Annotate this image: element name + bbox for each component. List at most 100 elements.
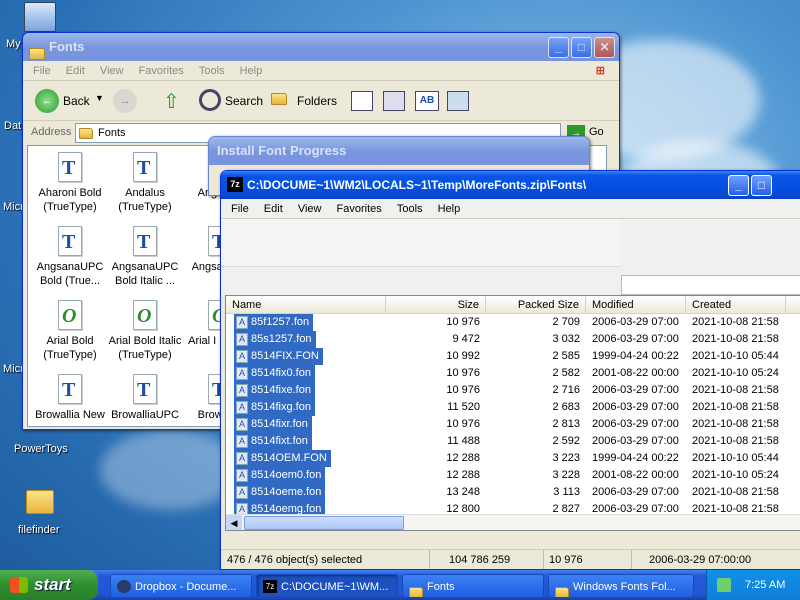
taskbar-dropbox[interactable]: Dropbox - Docume...	[110, 574, 252, 598]
menu-edit[interactable]: Edit	[60, 65, 91, 77]
large-icons-view-icon[interactable]	[351, 91, 373, 111]
file-name-cell[interactable]: A 8514fixg.fon	[234, 399, 315, 416]
search-icon[interactable]	[199, 89, 221, 111]
taskbar-fonts[interactable]: Fonts	[402, 574, 544, 598]
font-file-icon[interactable]: T	[133, 374, 157, 404]
menu-favorites[interactable]: Favorites	[133, 65, 190, 77]
menu-file[interactable]: File	[225, 203, 255, 215]
menu-help[interactable]: Help	[432, 203, 467, 215]
font-file-icon[interactable]: O	[58, 300, 82, 330]
column-size[interactable]: Size	[386, 296, 486, 314]
table-row[interactable]: A 8514fixr.fon 10 976 2 813 2006-03-29 07:00…	[226, 416, 800, 433]
file-name-cell[interactable]: A 8514fixe.fon	[234, 382, 315, 399]
menu-file[interactable]: File	[27, 65, 57, 77]
back-button[interactable]: Back	[63, 94, 90, 108]
taskbar-windows-fonts[interactable]: Windows Fonts Fol...	[548, 574, 694, 598]
menu-help[interactable]: Help	[234, 65, 269, 77]
minimize-button[interactable]: _	[728, 175, 749, 196]
tray-app-icon[interactable]	[717, 578, 731, 592]
desktop-icon-label[interactable]: Dat	[4, 120, 21, 132]
table-row[interactable]: A 85s1257.fon 9 472 3 032 2006-03-29 07:00 20…	[226, 331, 800, 348]
file-name-cell[interactable]: A 8514FIX.FON	[234, 348, 323, 365]
folders-icon[interactable]	[271, 93, 287, 106]
table-row[interactable]: A 8514fixe.fon 10 976 2 716 2006-03-29 07:00…	[226, 382, 800, 399]
font-file-icon[interactable]: O	[133, 300, 157, 330]
maximize-button[interactable]: □	[571, 37, 592, 58]
table-row[interactable]: A 8514fixg.fon 11 520 2 683 2006-03-29 07:00…	[226, 399, 800, 416]
zip-titlebar[interactable]: 7z C:\DOCUME~1\WM2\LOCALS~1\Temp\MoreFon…	[221, 171, 800, 199]
minimize-button[interactable]: _	[548, 37, 569, 58]
table-row[interactable]: A 8514OEM.FON 12 288 3 223 1999-04-24 00:22 2…	[226, 450, 800, 467]
menu-favorites[interactable]: Favorites	[331, 203, 388, 215]
file-name-cell[interactable]: A 8514fixr.fon	[234, 416, 312, 433]
progress-titlebar[interactable]: Install Font Progress	[209, 137, 589, 165]
clock[interactable]: 7:25 AM	[745, 570, 785, 600]
scroll-left-icon[interactable]: ◀	[226, 515, 242, 530]
font-file-icon[interactable]: T	[58, 152, 82, 182]
font-file-icon[interactable]: T	[133, 226, 157, 256]
up-folder-icon[interactable]: ⇧	[163, 89, 180, 114]
fonts-titlebar[interactable]: Fonts _ □ ✕	[23, 33, 619, 61]
font-file-label[interactable]: BrowalliaUPC	[103, 408, 187, 422]
desktop-icon-label[interactable]: Micr	[3, 201, 24, 213]
column-created[interactable]: Created	[686, 296, 786, 314]
desktop-icon-label[interactable]: My	[6, 38, 21, 50]
column-name[interactable]: Name	[226, 296, 386, 314]
font-file-label[interactable]: Browallia New	[28, 408, 112, 422]
folder-icon[interactable]	[26, 490, 54, 514]
list-view-icon[interactable]	[383, 91, 405, 111]
file-name-cell[interactable]: A 8514fixt.fon	[234, 433, 312, 450]
desktop-icon-label[interactable]: Micr	[3, 363, 24, 375]
menu-edit[interactable]: Edit	[258, 203, 289, 215]
font-file-label[interactable]: Arial Bold Italic (TrueType)	[103, 334, 187, 362]
font-file-label[interactable]: Arial Bold (TrueType)	[28, 334, 112, 362]
font-file-label[interactable]: Andalus (TrueType)	[103, 186, 187, 214]
file-name-cell[interactable]: A 8514oem0.fon	[234, 467, 326, 484]
font-file-icon[interactable]: T	[133, 152, 157, 182]
chevron-down-icon[interactable]: ▼	[95, 93, 104, 103]
table-row[interactable]: A 8514fixt.fon 11 488 2 592 2006-03-29 07:00…	[226, 433, 800, 450]
path-input[interactable]	[621, 275, 800, 295]
folders-button[interactable]: Folders	[297, 94, 337, 108]
forward-arrow-icon[interactable]: →	[113, 89, 137, 113]
filefinder-label[interactable]: filefinder	[18, 524, 60, 536]
system-tray: 7:25 AM	[706, 570, 800, 600]
column-modified[interactable]: Modified	[586, 296, 686, 314]
table-row[interactable]: A 85f1257.fon 10 976 2 709 2006-03-29 07:00 2…	[226, 314, 800, 331]
packed-size-cell: 2 592	[552, 435, 580, 447]
start-button[interactable]: start	[0, 570, 98, 600]
font-file-label[interactable]: AngsanaUPC Bold Italic ...	[103, 260, 187, 288]
table-row[interactable]: A 8514FIX.FON 10 992 2 585 1999-04-24 00:22 2…	[226, 348, 800, 365]
menu-tools[interactable]: Tools	[391, 203, 429, 215]
file-name-cell[interactable]: A 8514OEM.FON	[234, 450, 331, 467]
font-file-label[interactable]: AngsanaUPC Bold (True...	[28, 260, 112, 288]
file-name-cell[interactable]: A 85s1257.fon	[234, 331, 316, 348]
details-view-icon[interactable]	[447, 91, 469, 111]
column-packed-size[interactable]: Packed Size	[486, 296, 586, 314]
font-file-label[interactable]: Aharoni Bold (TrueType)	[28, 186, 112, 214]
preview-view-icon[interactable]: AB	[415, 91, 439, 111]
scroll-thumb[interactable]	[244, 516, 404, 530]
table-row[interactable]: A 8514oeme.fon 13 248 3 113 2006-03-29 07:00…	[226, 484, 800, 501]
back-arrow-icon[interactable]: ←	[35, 89, 59, 113]
file-name-cell[interactable]: A 8514fix0.fon	[234, 365, 315, 382]
menu-view[interactable]: View	[94, 65, 130, 77]
taskbar-7zip[interactable]: 7z C:\DOCUME~1\WM...	[256, 574, 398, 598]
menu-tools[interactable]: Tools	[193, 65, 231, 77]
my-computer-icon[interactable]	[24, 2, 56, 32]
file-name-cell[interactable]: A 8514oeme.fon	[234, 484, 326, 501]
search-button[interactable]: Search	[225, 94, 263, 108]
modified-cell: 2006-03-29 07:00	[592, 486, 679, 498]
font-file-icon[interactable]: T	[58, 226, 82, 256]
powertoys-label[interactable]: PowerToys	[14, 443, 68, 455]
go-button[interactable]: Go	[589, 126, 604, 138]
size-cell: 10 976	[446, 384, 480, 396]
maximize-button[interactable]: □	[751, 175, 772, 196]
menu-view[interactable]: View	[292, 203, 328, 215]
table-row[interactable]: A 8514fix0.fon 10 976 2 582 2001-08-22 00:00…	[226, 365, 800, 382]
table-row[interactable]: A 8514oem0.fon 12 288 3 228 2001-08-22 00:00…	[226, 467, 800, 484]
close-button[interactable]: ✕	[594, 37, 615, 58]
horizontal-scrollbar[interactable]: ◀	[226, 514, 800, 530]
font-file-icon[interactable]: T	[58, 374, 82, 404]
file-name-cell[interactable]: A 85f1257.fon	[234, 314, 314, 331]
